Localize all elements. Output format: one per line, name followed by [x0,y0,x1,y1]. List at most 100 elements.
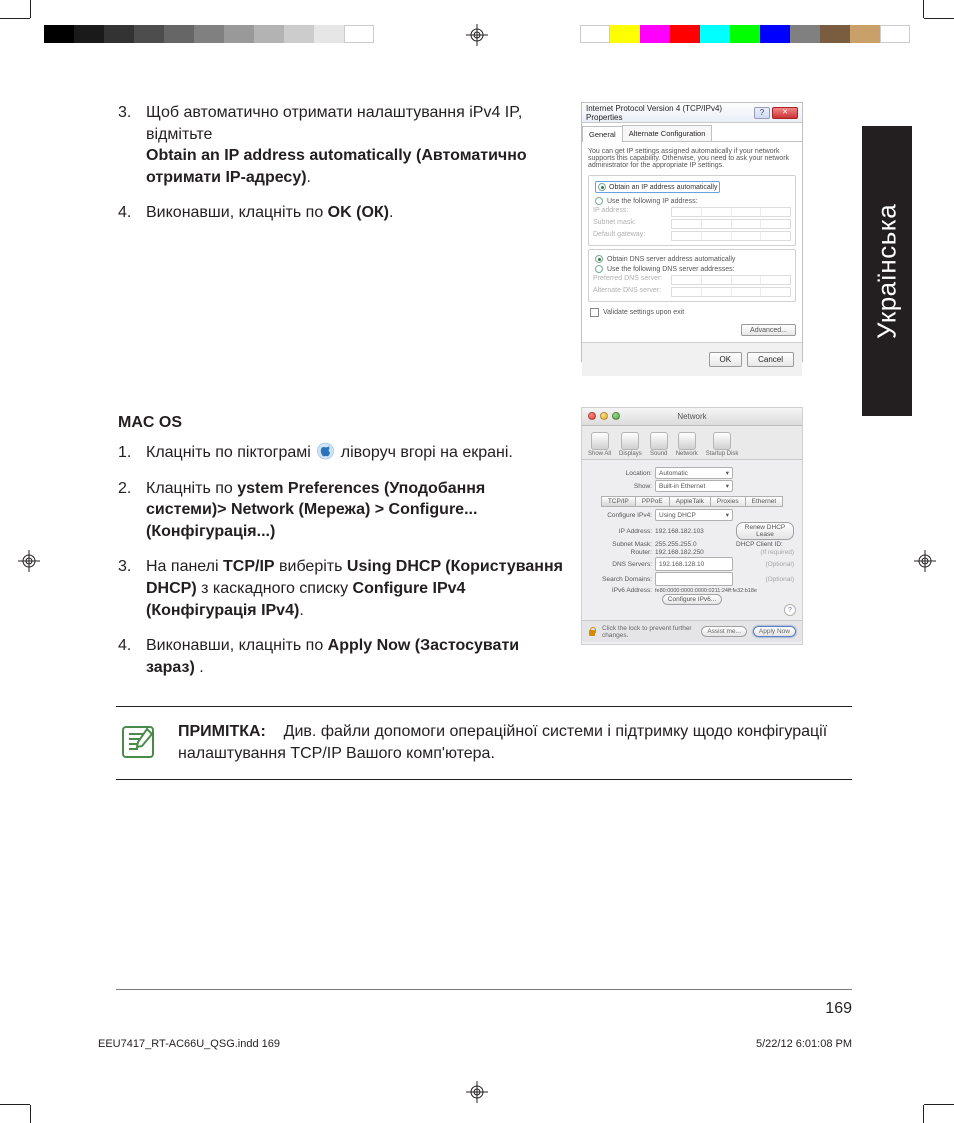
ok-button: OK [709,352,743,367]
label-location: Location: [590,470,652,477]
list-number: 1. [118,442,131,464]
value-router: 192.168.182.250 [655,549,733,556]
value-ip: 192.168.182.103 [655,528,733,535]
zoom-light-icon [612,412,620,420]
list-text: На панелі [146,558,223,575]
radio-label: Obtain an IP address automatically [609,184,717,191]
list-post: . [389,204,393,221]
registration-mark-left [18,550,40,572]
hint-client: (If required) [736,549,794,556]
label-alt-dns: Alternate DNS server: [593,287,665,297]
list-number: 2. [118,478,131,500]
mac-tool-displays: Displays [619,432,642,457]
assist-button: Assist me... [701,626,747,637]
radio-auto-dns [595,255,603,263]
list-item: 3. Щоб автоматично отримати налаштування… [116,102,568,188]
radio-auto-ip [598,183,606,191]
macos-heading: MAC OS [118,414,568,432]
mac-tab-ethernet: Ethernet [746,496,784,507]
help-icon: ? [784,604,796,616]
apply-now-button: Apply Now [753,626,796,637]
win-title-text: Internet Protocol Version 4 (TCP/IPv4) P… [586,104,754,122]
mac-tabs: TCP/IPPPPoEAppleTalkProxiesEthernet [590,496,794,507]
advanced-button: Advanced... [741,324,796,336]
checkbox-label: Validate settings upon exit [603,309,684,316]
content-area: 3. Щоб автоматично отримати налаштування… [116,102,852,1008]
instruction-list-2: 1. Клацніть по піктограмі ліворуч вгорі … [116,442,568,678]
pref-dns-field [671,275,791,285]
value-ipv6: fe80:0000:0000:0000:0211:24ff:fe32:b18e [655,588,757,594]
label-subnet: Subnet Mask: [590,541,652,548]
win-titlebar: Internet Protocol Version 4 (TCP/IPv4) P… [582,103,802,123]
label-show: Show: [590,483,652,490]
mac-tool-show-all: Show All [588,432,611,457]
list-number: 3. [118,556,131,578]
label-ip: IP address: [593,207,665,217]
list-text: Клацніть по піктограмі [146,444,315,461]
close-light-icon [588,412,596,420]
help-button-icon: ? [754,107,770,119]
configure-select: Using DHCP▾ [655,509,733,521]
label-gateway: Default gateway: [593,231,665,241]
list-item: 2. Клацніть по ystem Preferences (Уподоб… [116,478,568,543]
list-item: 3. На панелі TCP/IP виберіть Using DHCP … [116,556,568,621]
radio-label: Use the following DNS server addresses: [607,266,735,273]
page-number: 169 [825,1000,852,1018]
footer-rule [116,989,852,990]
lock-text: Click the lock to prevent further change… [602,625,695,639]
hint-optional: (Optional) [736,561,794,568]
registration-mark-top [466,24,488,46]
list-text: Виконавши, клацніть по [146,204,328,221]
ipv4-properties-figure: Internet Protocol Version 4 (TCP/IPv4) P… [581,102,803,362]
list-post: . [299,602,303,619]
mac-tab-tcp/ip: TCP/IP [601,496,636,507]
mac-title-text: Network [677,412,706,421]
radio-manual-dns [595,265,603,273]
page-area: Українська 3. Щоб автоматично отримати н… [42,60,912,1068]
list-number: 4. [118,202,131,224]
renew-lease-button: Renew DHCP Lease [736,522,794,540]
instruction-list-1: 3. Щоб автоматично отримати налаштування… [116,102,568,224]
note-icon [116,721,160,765]
list-number: 3. [118,102,131,124]
radio-manual-ip [595,197,603,205]
list-post: . [195,659,204,676]
mac-toolbar: Show AllDisplaysSoundNetworkStartup Disk [582,426,802,460]
note-box: ПРИМІТКА: Див. файли допомоги операційно… [116,706,852,780]
list-text: виберіть [275,558,347,575]
list-number: 4. [118,635,131,657]
slug-timestamp: 5/22/12 6:01:08 PM [756,1038,852,1050]
label-search: Search Domains: [590,576,652,583]
gateway-field [671,231,791,241]
tab-alternate: Alternate Configuration [622,125,713,141]
close-button-icon: ✕ [772,107,798,119]
label-pref-dns: Preferred DNS server: [593,275,665,285]
radio-label: Obtain DNS server address automatically [607,256,735,263]
cancel-button: Cancel [747,352,794,367]
value-subnet: 255.255.255.0 [655,541,733,548]
registration-mark-bottom [466,1081,488,1103]
label-dns: DNS Servers: [590,561,652,568]
minimize-light-icon [600,412,608,420]
label-router: Router: [590,549,652,556]
ip-field [671,207,791,217]
subnet-field [671,219,791,229]
list-text: Щоб автоматично отримати налаштування iP… [146,104,522,143]
list-bold: Obtain an IP address automatically (Авто… [146,147,527,186]
label-ipv6: IPv6 Address: [590,587,652,594]
list-text: Виконавши, клацніть по [146,637,328,654]
left-column: 3. Щоб автоматично отримати налаштування… [116,102,568,692]
tab-general: General [582,126,623,142]
lock-icon [588,627,596,637]
mac-tab-proxies: Proxies [711,496,746,507]
radio-label: Use the following IP address: [607,198,698,205]
win-tabs: General Alternate Configuration [582,123,802,142]
mac-tab-pppoe: PPPoE [636,496,670,507]
label-configure: Configure IPv4: [590,512,652,519]
list-text: ліворуч вгорі на екрані. [341,444,513,461]
show-select: Built-in Ethernet▾ [655,480,733,492]
note-label: ПРИМІТКА: [178,723,266,740]
mac-tool-startup-disk: Startup Disk [706,432,739,457]
mac-network-figure: Network Show AllDisplaysSoundNetworkStar… [581,407,803,645]
list-item: 4. Виконавши, клацніть по Apply Now (Зас… [116,635,568,678]
